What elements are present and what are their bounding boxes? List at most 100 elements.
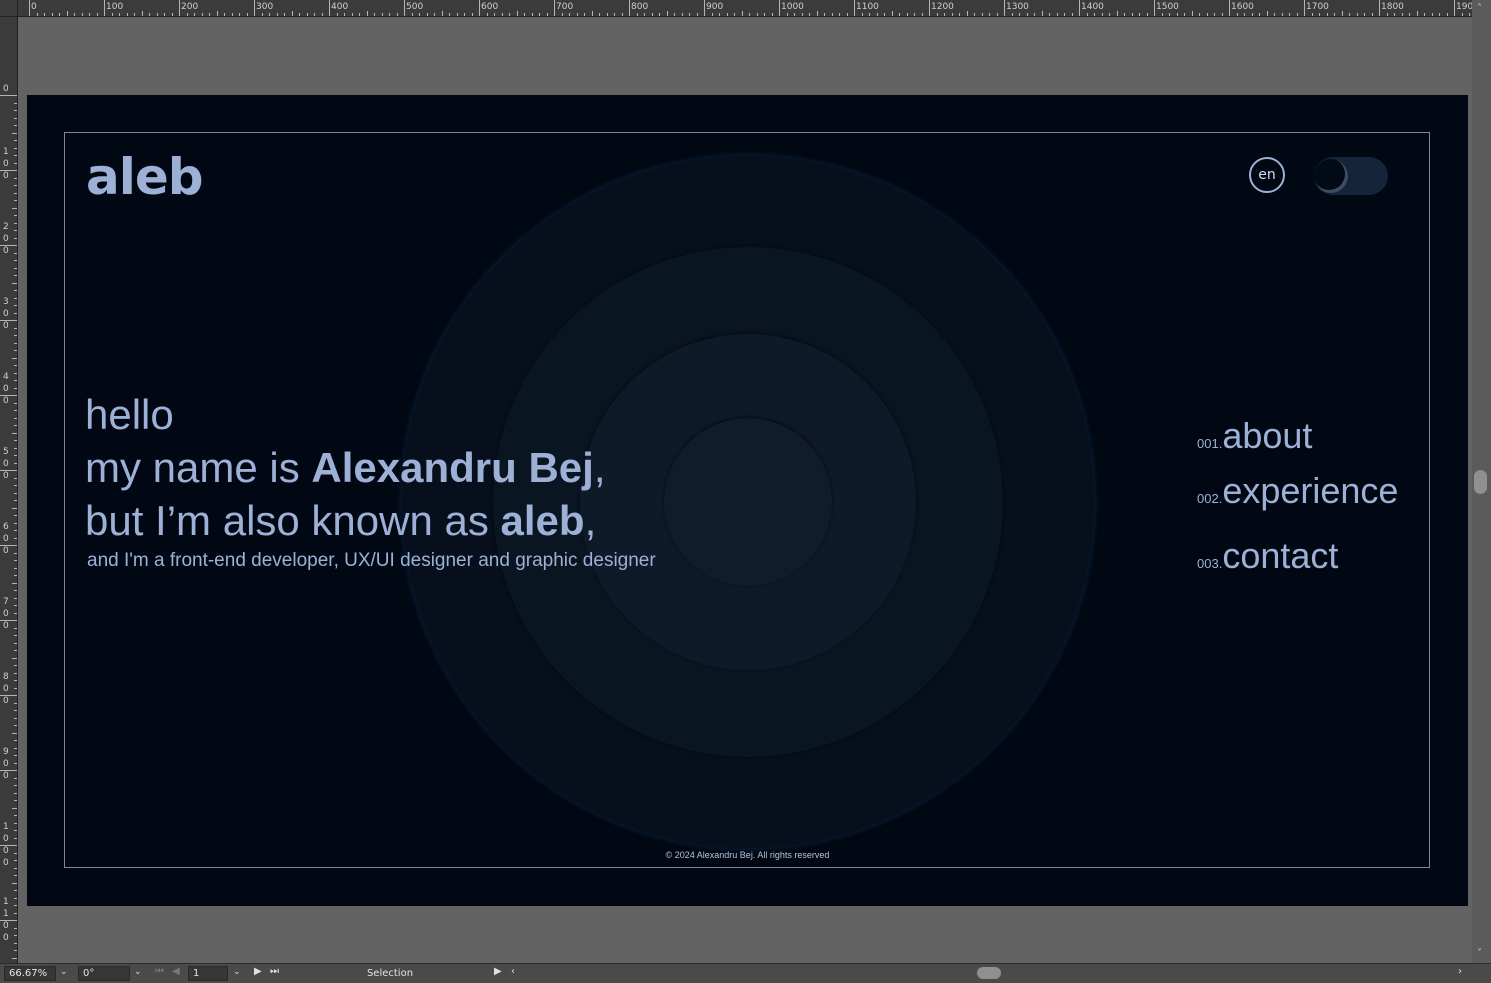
ruler-minor-tick [1409, 13, 1410, 16]
ruler-label: 0 [3, 321, 9, 331]
ruler-label: 1 [3, 822, 9, 832]
nav-experience[interactable]: 002.experience [1197, 470, 1398, 512]
ruler-minor-tick [14, 725, 17, 726]
ruler-minor-tick [14, 515, 17, 516]
ruler-minor-tick [891, 11, 893, 16]
scroll-up-icon[interactable]: ˄ [1477, 4, 1482, 14]
ruler-minor-tick [12, 582, 17, 584]
ruler-minor-tick [171, 13, 173, 16]
scroll-down-icon[interactable]: ˅ [1477, 949, 1482, 959]
ruler-minor-tick [119, 13, 120, 16]
ruler-minor-tick [1146, 13, 1148, 16]
language-button[interactable]: en [1249, 157, 1285, 193]
ruler-minor-tick [576, 13, 578, 16]
ruler-major-tick [254, 0, 255, 16]
ruler-minor-tick [659, 13, 660, 16]
nav-label: experience [1222, 470, 1399, 511]
nav-number: 002. [1197, 491, 1223, 506]
ruler-minor-tick [794, 13, 795, 16]
next-page-icon[interactable]: ▶ [254, 966, 262, 977]
ruler-major-tick [1079, 0, 1080, 16]
zoom-field[interactable]: 66.67% [4, 966, 56, 981]
ruler-label: 600 [481, 2, 499, 12]
rotation-field[interactable]: 0° [78, 966, 130, 981]
ruler-major-tick [704, 0, 705, 16]
ruler-minor-tick [231, 13, 233, 16]
chevron-down-icon[interactable]: ⌄ [60, 967, 68, 977]
ruler-minor-tick [14, 552, 17, 554]
ruler-minor-tick [869, 13, 870, 16]
ruler-label: 4 [3, 372, 9, 382]
ruler-major-tick [1229, 0, 1230, 16]
ruler-minor-tick [14, 110, 17, 111]
ruler-minor-tick [291, 11, 293, 16]
ruler-minor-tick [426, 13, 428, 16]
ruler-minor-tick [12, 657, 17, 659]
ruler-major-tick [0, 95, 17, 96]
ruler-minor-tick [14, 335, 17, 336]
ruler-minor-tick [1371, 13, 1373, 16]
first-page-icon[interactable]: ⏮ [155, 966, 164, 977]
ruler-minor-tick [464, 13, 465, 16]
vertical-scrollbar[interactable]: ˄ ˅ [1472, 0, 1491, 963]
ruler-label: 0 [3, 759, 9, 769]
ruler-minor-tick [14, 485, 17, 486]
hero-full-name: Alexandru Bej [311, 444, 594, 491]
ruler-minor-tick [734, 13, 735, 16]
site-logo[interactable]: aleb [86, 147, 204, 207]
ruler-major-tick [1454, 0, 1455, 16]
ruler-minor-tick [1206, 13, 1208, 16]
ruler-minor-tick [299, 13, 300, 16]
horizontal-ruler[interactable]: 0 100 200 300 400 500 600 700 800 900 1000 1100 1200… [0, 0, 1491, 17]
ruler-minor-tick [374, 13, 375, 16]
ruler-minor-tick [1169, 13, 1170, 16]
previous-page-icon[interactable]: ◀ [172, 966, 180, 977]
ruler-minor-tick [14, 642, 17, 644]
ruler-minor-tick [14, 425, 17, 426]
ruler-minor-tick [501, 13, 503, 16]
ruler-corner [0, 0, 18, 17]
ruler-minor-tick [14, 102, 17, 104]
last-page-icon[interactable]: ⏭ [270, 966, 279, 977]
page-number-field[interactable]: 1 [188, 966, 228, 981]
ruler-minor-tick [96, 13, 98, 16]
vertical-scroll-thumb[interactable] [1474, 470, 1487, 494]
chevron-down-icon[interactable]: ⌄ [233, 967, 241, 977]
ruler-minor-tick [1071, 13, 1073, 16]
vertical-ruler[interactable]: 010020030040050060070080090010001100 [0, 17, 18, 963]
ruler-minor-tick [621, 13, 623, 16]
ruler-minor-tick [156, 13, 158, 16]
ruler-minor-tick [996, 13, 998, 16]
ruler-major-tick [554, 0, 555, 16]
ruler-minor-tick [14, 575, 17, 576]
ruler-minor-tick [14, 590, 17, 591]
ruler-label: 1000 [781, 2, 804, 12]
ruler-minor-tick [14, 440, 17, 441]
ruler-label: 0 [3, 471, 9, 481]
ruler-minor-tick [14, 875, 17, 876]
ruler-minor-tick [816, 11, 818, 16]
horizontal-scroll-thumb[interactable] [977, 967, 1001, 979]
ruler-minor-tick [1184, 13, 1185, 16]
ruler-minor-tick [1176, 13, 1178, 16]
ruler-minor-tick [824, 13, 825, 16]
hero-name-prefix: my name is [85, 444, 312, 491]
ruler-minor-tick [51, 13, 53, 16]
theme-toggle[interactable] [1314, 157, 1388, 195]
ruler-minor-tick [389, 13, 390, 16]
ruler-minor-tick [651, 13, 653, 16]
scroll-left-icon[interactable]: ‹ [511, 966, 515, 977]
ruler-minor-tick [1011, 13, 1013, 16]
ruler-minor-tick [1094, 13, 1095, 16]
ruler-minor-tick [456, 13, 458, 16]
ruler-label: 0 [3, 921, 9, 931]
nav-about[interactable]: 001.about [1197, 415, 1312, 457]
hero-name-suffix: , [593, 444, 606, 491]
ruler-minor-tick [14, 410, 17, 411]
ruler-label: 0 [3, 171, 9, 181]
chevron-down-icon[interactable]: ⌄ [134, 967, 142, 977]
ruler-minor-tick [944, 13, 945, 16]
nav-contact[interactable]: 003.contact [1197, 535, 1338, 577]
play-icon[interactable]: ▶ [494, 966, 502, 977]
scroll-right-icon[interactable]: › [1458, 966, 1462, 977]
